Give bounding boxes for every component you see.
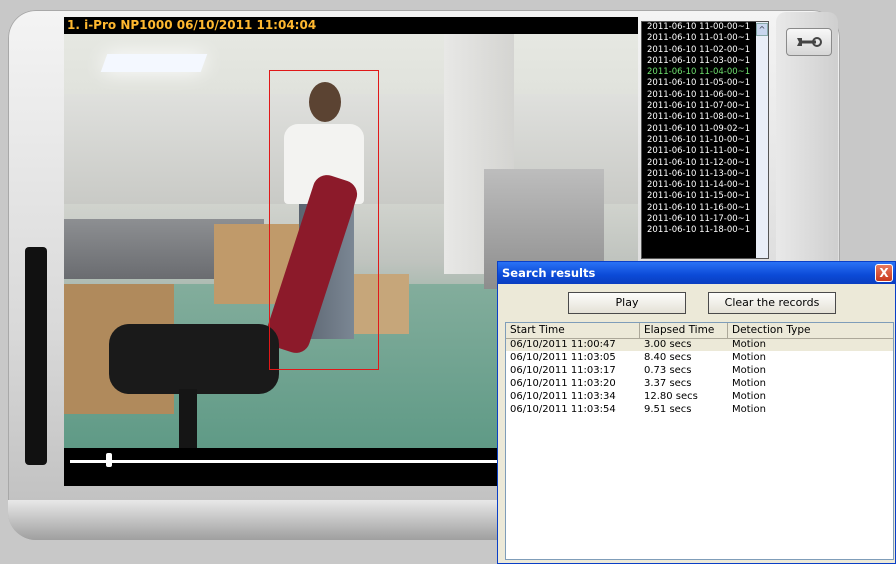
table-row[interactable]: 06/10/2011 11:03:05 8.40 secs Motion [506, 352, 893, 364]
cell-detection-type: Motion [732, 339, 766, 350]
close-icon[interactable]: X [875, 264, 893, 282]
cell-detection-type: Motion [732, 404, 766, 415]
table-row[interactable]: 06/10/2011 11:00:47 3.00 secs Motion [506, 339, 893, 351]
record-list-item[interactable]: 2011-06-10 11-09-02~1 [642, 124, 768, 135]
cell-elapsed-time: 8.40 secs [644, 352, 692, 363]
cell-start-time: 06/10/2011 11:03:20 [510, 378, 616, 389]
results-list[interactable]: Start Time Elapsed Time Detection Type 0… [505, 322, 894, 560]
record-list-item[interactable]: 2011-06-10 11-13-00~1 [642, 169, 768, 180]
cell-start-time: 06/10/2011 11:03:17 [510, 365, 616, 376]
camera-title: 1. i-Pro NP1000 06/10/2011 11:04:04 [64, 17, 638, 34]
table-row[interactable]: 06/10/2011 11:03:34 12.80 secs Motion [506, 391, 893, 403]
scrubber-track[interactable] [70, 460, 498, 463]
record-list-item[interactable]: 2011-06-10 11-10-00~1 [642, 135, 768, 146]
playback-scrubber[interactable] [64, 448, 498, 486]
scrubber-thumb[interactable] [106, 453, 112, 467]
cell-elapsed-time: 3.00 secs [644, 339, 692, 350]
record-list-item[interactable]: 2011-06-10 11-04-00~1 [642, 67, 768, 78]
record-list-item[interactable]: 2011-06-10 11-11-00~1 [642, 146, 768, 157]
cell-elapsed-time: 9.51 secs [644, 404, 692, 415]
results-list-header: Start Time Elapsed Time Detection Type [506, 323, 893, 339]
record-list-scrollbar[interactable]: ^ [756, 22, 768, 258]
table-row[interactable]: 06/10/2011 11:03:20 3.37 secs Motion [506, 378, 893, 390]
scroll-up-icon[interactable]: ^ [756, 23, 768, 36]
record-list-item[interactable]: 2011-06-10 11-05-00~1 [642, 78, 768, 89]
record-list-item[interactable]: 2011-06-10 11-08-00~1 [642, 112, 768, 123]
column-start-time[interactable]: Start Time [506, 323, 640, 338]
record-list-item[interactable]: 2011-06-10 11-00-00~1 [642, 22, 768, 33]
clear-records-button[interactable]: Clear the records [708, 292, 836, 314]
video-black-chair-leg [179, 389, 197, 448]
cell-elapsed-time: 12.80 secs [644, 391, 698, 402]
play-button[interactable]: Play [568, 292, 686, 314]
settings-button[interactable] [786, 28, 832, 56]
cell-start-time: 06/10/2011 11:03:54 [510, 404, 616, 415]
cell-elapsed-time: 3.37 secs [644, 378, 692, 389]
cell-start-time: 06/10/2011 11:03:34 [510, 391, 616, 402]
record-list-item[interactable]: 2011-06-10 11-01-00~1 [642, 33, 768, 44]
record-list-item[interactable]: 2011-06-10 11-06-00~1 [642, 90, 768, 101]
cell-elapsed-time: 0.73 secs [644, 365, 692, 376]
record-list-item[interactable]: 2011-06-10 11-02-00~1 [642, 45, 768, 56]
cell-detection-type: Motion [732, 352, 766, 363]
record-list-item[interactable]: 2011-06-10 11-18-00~1 [642, 225, 768, 236]
column-detection-type[interactable]: Detection Type [728, 323, 893, 338]
dialog-title: Search results [498, 262, 895, 284]
record-list-item[interactable]: 2011-06-10 11-03-00~1 [642, 56, 768, 67]
record-list-item[interactable]: 2011-06-10 11-17-00~1 [642, 214, 768, 225]
cell-start-time: 06/10/2011 11:00:47 [510, 339, 616, 350]
record-list-item[interactable]: 2011-06-10 11-15-00~1 [642, 191, 768, 202]
cell-detection-type: Motion [732, 378, 766, 389]
video-black-chair [109, 324, 279, 394]
record-list-items: 2011-06-10 11-00-00~1 2011-06-10 11-01-00… [642, 22, 768, 237]
table-row[interactable]: 06/10/2011 11:03:54 9.51 secs Motion [506, 404, 893, 416]
search-results-dialog: Search results X Play Clear the records … [497, 261, 896, 564]
record-list[interactable]: 2011-06-10 11-00-00~1 2011-06-10 11-01-00… [641, 21, 769, 259]
column-elapsed-time[interactable]: Elapsed Time [640, 323, 728, 338]
record-list-item[interactable]: 2011-06-10 11-12-00~1 [642, 158, 768, 169]
record-list-item[interactable]: 2011-06-10 11-14-00~1 [642, 180, 768, 191]
record-list-item[interactable]: 2011-06-10 11-16-00~1 [642, 203, 768, 214]
video-ceiling-light [100, 54, 208, 72]
cell-detection-type: Motion [732, 391, 766, 402]
record-list-item[interactable]: 2011-06-10 11-07-00~1 [642, 101, 768, 112]
motion-bounding-box [269, 70, 379, 370]
left-slot [25, 247, 47, 465]
cell-detection-type: Motion [732, 365, 766, 376]
table-row[interactable]: 06/10/2011 11:03:17 0.73 secs Motion [506, 365, 893, 377]
wrench-icon [797, 37, 822, 47]
cell-start-time: 06/10/2011 11:03:05 [510, 352, 616, 363]
